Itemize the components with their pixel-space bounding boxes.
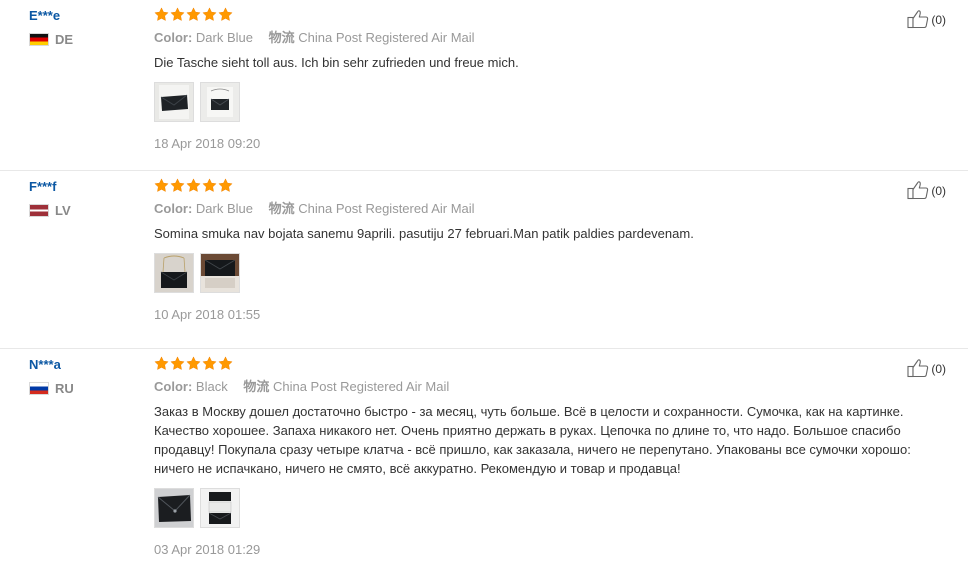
reviews-list: E***e DE Color: Dark Blue 物流 China Post … — [0, 0, 968, 579]
star-icon — [170, 178, 185, 196]
review-photo-thumbnail[interactable] — [154, 82, 194, 122]
review-date: 03 Apr 2018 01:29 — [154, 542, 261, 557]
reviewer-country: DE — [29, 32, 73, 47]
reviewer-name: E***e — [29, 8, 61, 23]
review-photos — [154, 488, 944, 528]
star-icon — [186, 178, 201, 196]
color-value: Dark Blue — [195, 201, 253, 216]
color-value: Dark Blue — [195, 30, 253, 45]
reviewer-name: F***f — [29, 179, 57, 194]
star-icon — [154, 7, 169, 25]
shipping-label: 物流 — [243, 379, 270, 394]
flag-de-icon — [29, 33, 49, 46]
star-icon — [186, 356, 201, 374]
review-photo-thumbnail[interactable] — [200, 253, 240, 293]
star-icon — [202, 356, 217, 374]
star-icon — [218, 356, 233, 374]
country-code: DE — [55, 32, 74, 47]
star-icon — [202, 178, 217, 196]
star-rating — [154, 7, 944, 25]
thumbs-up-icon — [907, 358, 929, 378]
shipping-label: 物流 — [268, 201, 295, 216]
color-label: Color: — [154, 201, 193, 216]
shipping-value: China Post Registered Air Mail — [298, 201, 475, 216]
review-text: Somina smuka nav bojata sanemu 9aprili. … — [154, 226, 694, 241]
thumbs-up-icon — [907, 180, 929, 200]
reviewer-country: LV — [29, 203, 71, 218]
color-label: Color: — [154, 30, 193, 45]
helpful-count: (0) — [931, 184, 946, 198]
order-info: Color: Black 物流 China Post Registered Ai… — [154, 378, 944, 396]
review-date: 18 Apr 2018 09:20 — [154, 136, 261, 151]
review-photo-thumbnail[interactable] — [200, 82, 240, 122]
star-icon — [154, 356, 169, 374]
star-icon — [170, 7, 185, 25]
shipping-label: 物流 — [268, 30, 295, 45]
thumbs-up-icon — [907, 9, 929, 29]
order-info: Color: Dark Blue 物流 China Post Registere… — [154, 29, 944, 47]
review-content: Color: Dark Blue 物流 China Post Registere… — [154, 7, 944, 151]
reviewer-info: E***e DE — [29, 7, 73, 47]
review-item: N***a RU Color: Black 物流 China Post Regi… — [0, 349, 968, 579]
color-label: Color: — [154, 379, 193, 394]
star-icon — [154, 178, 169, 196]
helpful-button[interactable]: (0) — [907, 9, 946, 29]
star-icon — [170, 356, 185, 374]
review-item: F***f LV Color: Dark Blue 物流 China Post … — [0, 171, 968, 349]
shipping-value: China Post Registered Air Mail — [298, 30, 475, 45]
helpful-button[interactable]: (0) — [907, 358, 946, 378]
color-value: Black — [195, 379, 228, 394]
star-rating — [154, 178, 944, 196]
country-code: LV — [55, 203, 71, 218]
reviewer-info: F***f LV — [29, 178, 71, 218]
star-icon — [202, 7, 217, 25]
helpful-count: (0) — [931, 13, 946, 27]
star-icon — [186, 7, 201, 25]
order-info: Color: Dark Blue 物流 China Post Registere… — [154, 200, 944, 218]
shipping-value: China Post Registered Air Mail — [272, 379, 450, 394]
reviewer-country: RU — [29, 381, 74, 396]
review-item: E***e DE Color: Dark Blue 物流 China Post … — [0, 0, 968, 171]
review-date: 10 Apr 2018 01:55 — [154, 307, 261, 322]
star-icon — [218, 7, 233, 25]
helpful-button[interactable]: (0) — [907, 180, 946, 200]
helpful-count: (0) — [931, 362, 946, 376]
review-content: Color: Black 物流 China Post Registered Ai… — [154, 356, 944, 557]
reviewer-name: N***a — [29, 357, 61, 372]
review-photo-thumbnail[interactable] — [154, 488, 194, 528]
review-photos — [154, 253, 944, 293]
reviewer-info: N***a RU — [29, 356, 74, 396]
review-photo-thumbnail[interactable] — [200, 488, 240, 528]
review-text: Заказ в Москву дошел достаточно быстро -… — [154, 404, 911, 476]
star-icon — [218, 178, 233, 196]
review-photo-thumbnail[interactable] — [154, 253, 194, 293]
review-content: Color: Dark Blue 物流 China Post Registere… — [154, 178, 944, 322]
flag-ru-icon — [29, 382, 49, 395]
flag-lv-icon — [29, 204, 49, 217]
country-code: RU — [55, 381, 74, 396]
review-text: Die Tasche sieht toll aus. Ich bin sehr … — [154, 55, 519, 70]
star-rating — [154, 356, 944, 374]
review-photos — [154, 82, 944, 122]
